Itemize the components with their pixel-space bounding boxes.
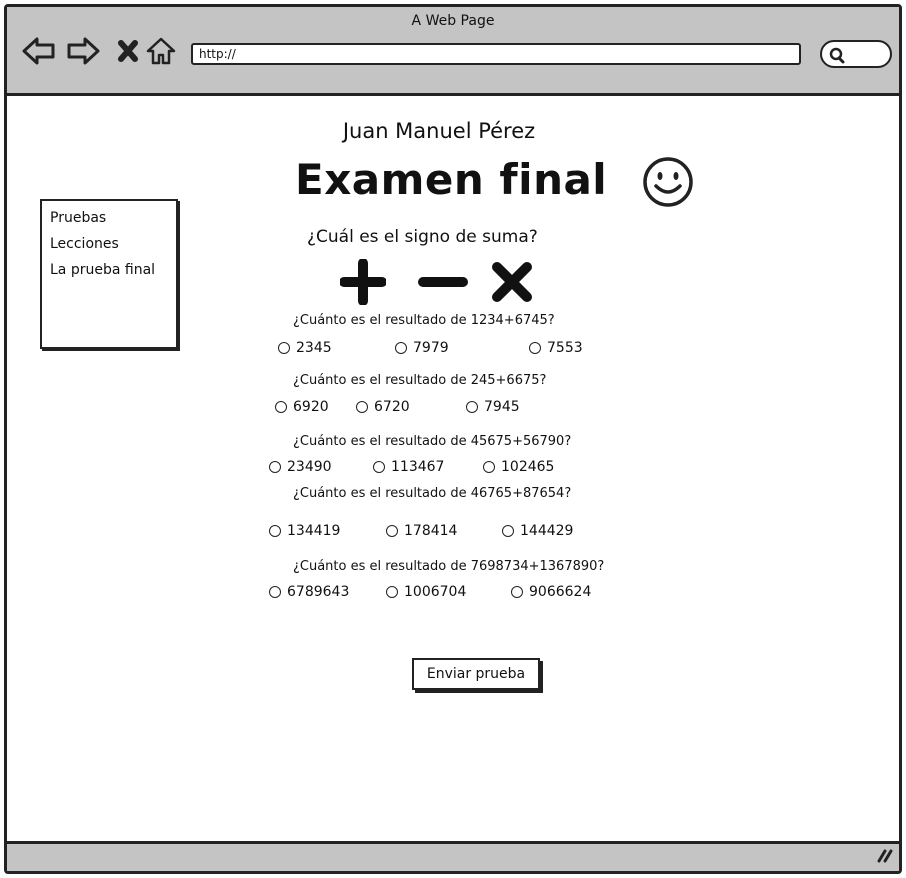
radio-icon[interactable] [386,525,398,537]
radio-icon[interactable] [502,525,514,537]
radio-icon[interactable] [269,525,281,537]
question-6-option-1[interactable]: 6789643 [269,584,349,600]
question-2-option-3[interactable]: 7553 [529,340,583,356]
radio-icon[interactable] [466,401,478,413]
radio-icon[interactable] [395,342,407,354]
radio-icon[interactable] [356,401,368,413]
question-6-label: ¿Cuánto es el resultado de 7698734+13678… [293,559,605,574]
browser-toolbar: A Web Page http:// [7,7,899,96]
minus-icon[interactable] [418,259,468,309]
radio-icon[interactable] [511,586,523,598]
question-4-option-2[interactable]: 113467 [373,459,444,475]
sidebar-nav: Pruebas Lecciones La prueba final [40,199,178,349]
question-5-option-1[interactable]: 134419 [269,523,340,539]
question-3-option-2[interactable]: 6720 [356,399,410,415]
radio-icon[interactable] [386,586,398,598]
question-5-label: ¿Cuánto es el resultado de 46765+87654? [293,486,572,501]
page-title: Examen final [295,155,608,204]
question-4-option-3[interactable]: 102465 [483,459,554,475]
times-icon[interactable] [489,259,535,309]
question-3-option-1[interactable]: 6920 [275,399,329,415]
question-3-label: ¿Cuánto es el resultado de 245+6675? [293,373,547,388]
radio-icon[interactable] [373,461,385,473]
student-name: Juan Manuel Pérez [342,119,536,143]
question-6-option-2[interactable]: 1006704 [386,584,466,600]
radio-icon[interactable] [529,342,541,354]
back-arrow-icon[interactable] [21,33,57,69]
question-4-label: ¿Cuánto es el resultado de 45675+56790? [293,434,572,449]
search-field[interactable] [820,40,892,68]
radio-icon[interactable] [269,586,281,598]
question-5-option-3[interactable]: 144429 [502,523,573,539]
radio-icon[interactable] [483,461,495,473]
forward-arrow-icon[interactable] [65,33,101,69]
radio-icon[interactable] [269,461,281,473]
resize-handle-icon[interactable] [873,847,893,867]
question-6-option-3[interactable]: 9066624 [511,584,591,600]
submit-button[interactable]: Enviar prueba [412,658,540,690]
sidebar-item-lecciones[interactable]: Lecciones [50,231,176,257]
question-5-option-2[interactable]: 178414 [386,523,457,539]
window-title: A Web Page [411,13,495,29]
address-bar[interactable]: http:// [191,43,801,65]
smiley-icon [640,154,696,214]
question-4-option-1[interactable]: 23490 [269,459,332,475]
browser-window: A Web Page http:// Juan Manuel Pérez Exa… [4,4,902,874]
home-icon[interactable] [144,33,180,69]
sidebar-item-prueba-final[interactable]: La prueba final [50,257,176,283]
question-1-label: ¿Cuál es el signo de suma? [307,227,538,247]
search-icon [829,47,845,64]
plus-icon[interactable] [339,258,387,309]
status-bar [7,841,899,871]
sidebar-item-pruebas[interactable]: Pruebas [50,205,176,231]
question-2-option-1[interactable]: 2345 [278,340,332,356]
radio-icon[interactable] [278,342,290,354]
radio-icon[interactable] [275,401,287,413]
question-2-label: ¿Cuánto es el resultado de 1234+6745? [293,313,555,328]
question-2-option-2[interactable]: 7979 [395,340,449,356]
question-3-option-3[interactable]: 7945 [466,399,520,415]
